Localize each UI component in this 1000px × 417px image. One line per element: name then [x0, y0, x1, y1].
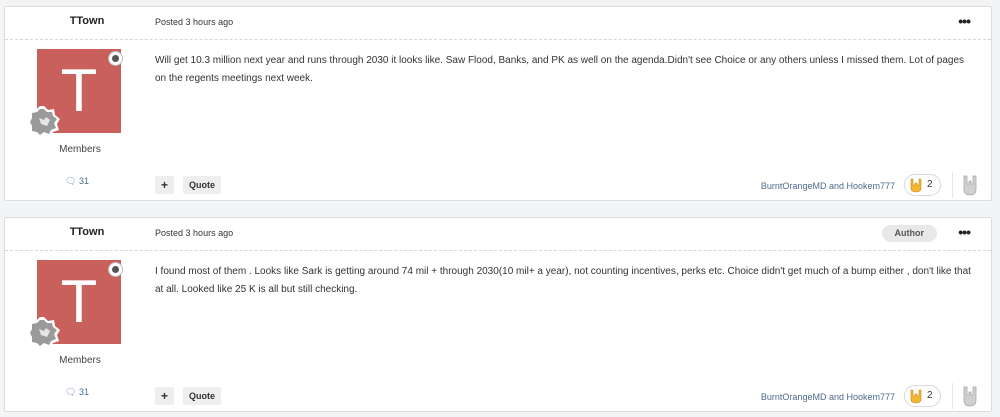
reaction-users[interactable]: BurntOrangeMD and Hookem777 [761, 181, 895, 191]
post-card: TTown Posted 3 hours ago Author ••• T Me… [4, 217, 992, 412]
posted-label: Posted [155, 17, 184, 27]
reaction-count-value: 2 [927, 390, 933, 401]
post-header: TTown Posted 3 hours ago ••• [5, 7, 991, 40]
react-button-icon[interactable] [959, 173, 983, 197]
post-count-value: 31 [78, 387, 89, 397]
post-count[interactable]: 🗨 31 [65, 387, 89, 398]
horns-hand-icon [910, 178, 922, 193]
author-badge: Author [881, 225, 937, 242]
post-username[interactable]: TTown [62, 226, 112, 238]
multiquote-button[interactable]: + [155, 387, 174, 405]
reaction-count-value: 2 [927, 179, 933, 190]
post-content: Will get 10.3 million next year and runs… [155, 55, 965, 84]
divider [952, 172, 953, 198]
quote-button[interactable]: Quote [183, 387, 221, 405]
post-content: I found most of them . Looks like Sark i… [155, 266, 971, 295]
comment-icon: 🗨 [65, 176, 77, 186]
comment-icon: 🗨 [65, 387, 77, 397]
online-status-icon [108, 262, 123, 277]
online-status-icon [108, 51, 123, 66]
post-count-value: 31 [78, 176, 89, 186]
post-header: TTown Posted 3 hours ago Author ••• [5, 218, 991, 251]
rank-badge-icon [27, 106, 60, 138]
reaction-users[interactable]: BurntOrangeMD and Hookem777 [761, 392, 895, 402]
more-options-icon[interactable]: ••• [958, 13, 971, 29]
avatar[interactable]: T [27, 49, 123, 138]
react-button-icon[interactable] [959, 384, 983, 408]
posted-time: 3 hours ago [185, 228, 234, 238]
reaction-count[interactable]: 2 [904, 174, 941, 196]
posted-time: 3 hours ago [185, 17, 234, 27]
member-group: Members [59, 144, 101, 155]
member-group: Members [59, 355, 101, 366]
more-options-icon[interactable]: ••• [958, 224, 971, 240]
multiquote-button[interactable]: + [155, 176, 174, 194]
post-count[interactable]: 🗨 31 [65, 176, 89, 187]
post-username[interactable]: TTown [62, 15, 112, 27]
quote-button[interactable]: Quote [183, 176, 221, 194]
reaction-count[interactable]: 2 [904, 385, 941, 407]
post-timestamp: Posted 3 hours ago [155, 17, 233, 27]
post-card: TTown Posted 3 hours ago ••• T Members 🗨… [4, 6, 992, 201]
posted-label: Posted [155, 228, 184, 238]
post-timestamp: Posted 3 hours ago [155, 228, 233, 238]
avatar[interactable]: T [27, 260, 123, 349]
rank-badge-icon [27, 317, 60, 349]
divider [952, 383, 953, 409]
horns-hand-icon [910, 389, 922, 404]
